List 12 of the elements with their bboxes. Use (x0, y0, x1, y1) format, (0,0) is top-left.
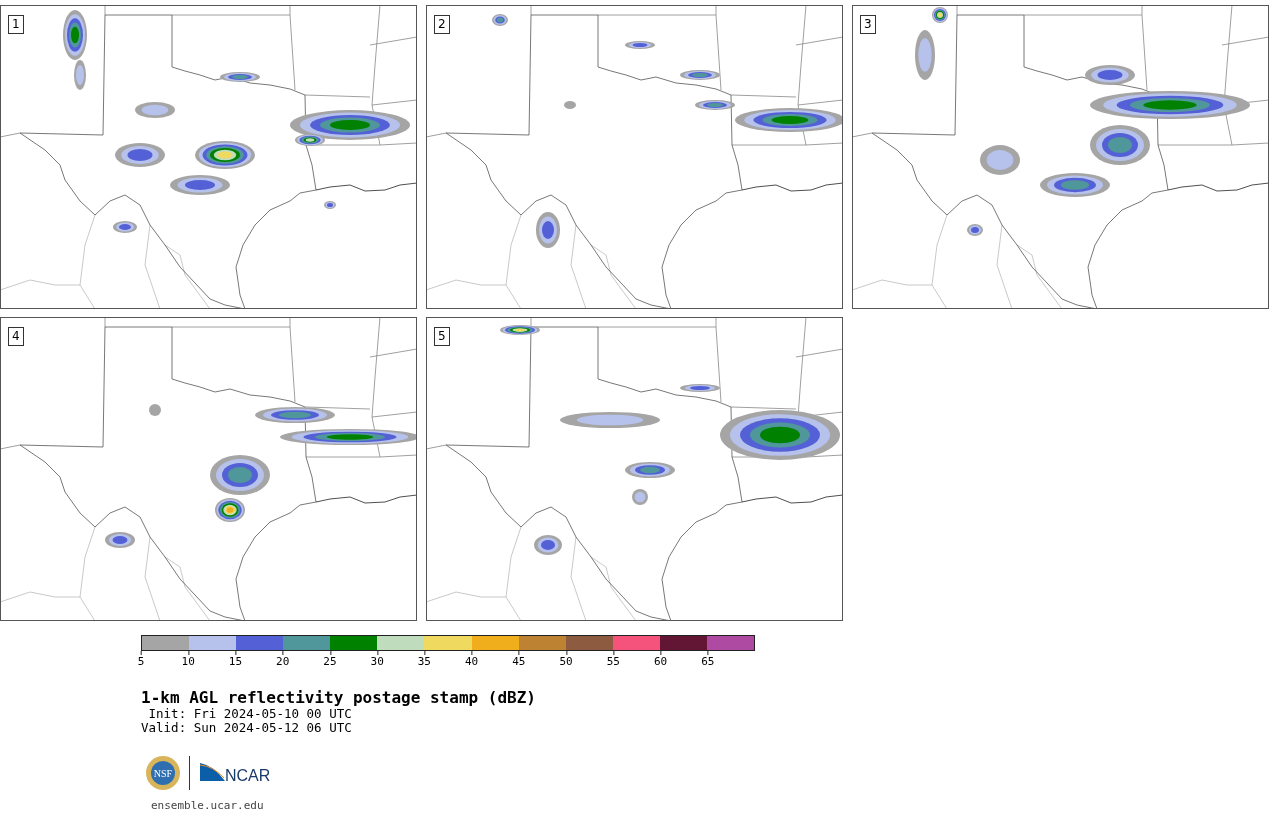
init-time: Init: Fri 2024-05-10 00 UTC (147, 707, 353, 721)
website-url: ensemble.ucar.edu (151, 799, 265, 812)
panel-number: 2 (434, 15, 450, 34)
valid-time: Valid: Sun 2024-05-12 06 UTC (141, 721, 353, 735)
panel-number: 4 (8, 327, 24, 346)
panel-number: 3 (860, 15, 876, 34)
chart-title: 1-km AGL reflectivity postage stamp (dBZ) (141, 688, 537, 707)
panel-number: 1 (8, 15, 24, 34)
divider-line (189, 756, 191, 790)
panel-number: 5 (434, 327, 450, 346)
ncar-logo: NCAR (199, 761, 273, 785)
nsf-logo: NSF (145, 755, 181, 791)
